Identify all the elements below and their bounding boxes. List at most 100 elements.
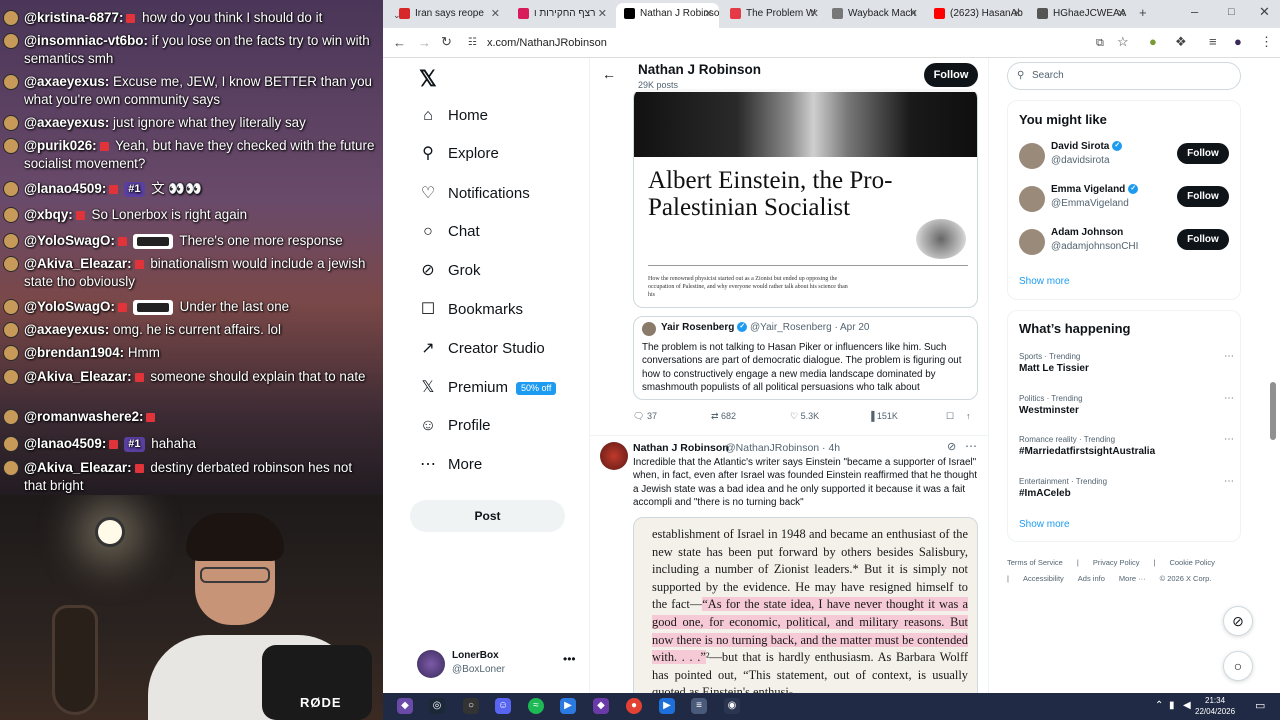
follow-button[interactable]: Follow xyxy=(1177,143,1229,164)
url-field[interactable]: x.com/NathanJRobinson xyxy=(475,33,1095,53)
browser-tab[interactable]: Iran says reope ✕ xyxy=(391,3,506,28)
bookmark-icon[interactable]: ☐ xyxy=(946,411,954,422)
more-dots-icon[interactable]: ⋯ xyxy=(1224,434,1234,445)
more-dots-icon[interactable]: ⋯ xyxy=(965,439,977,453)
account-switcher[interactable]: LonerBox @BoxLoner ••• xyxy=(417,648,577,684)
avatar[interactable] xyxy=(1019,186,1045,212)
browser-tab[interactable]: רצף החקירות ו ✕ xyxy=(510,3,613,28)
avatar[interactable] xyxy=(600,442,628,470)
article-image[interactable]: Albert Einstein, the Pro-Palestinian Soc… xyxy=(633,88,978,308)
show-more-link[interactable]: Show more xyxy=(1019,519,1070,530)
avatar[interactable] xyxy=(1019,143,1045,169)
tab-groups-icon[interactable]: ≡ xyxy=(1209,35,1217,49)
more-dots-icon[interactable]: ⋯ xyxy=(1224,393,1234,404)
tab-close-icon[interactable]: ✕ xyxy=(909,3,918,25)
install-icon[interactable]: ⧉ xyxy=(1096,36,1104,50)
reply-button[interactable]: 🗨 37 xyxy=(633,411,657,422)
forward-icon[interactable]: → xyxy=(418,36,431,50)
puzzle-icon[interactable]: ❖ xyxy=(1175,35,1187,49)
suggested-account[interactable]: David Sirota ✓ @davidsirota Follow xyxy=(1019,141,1234,175)
post-author[interactable]: Nathan J Robinson xyxy=(633,442,729,454)
calculator-icon[interactable]: ≡ xyxy=(691,698,707,714)
app-icon[interactable]: ▶ xyxy=(659,698,675,714)
profile-avatar-icon[interactable]: ● xyxy=(1234,35,1242,49)
repost-button[interactable]: ⇄ 682 xyxy=(711,411,736,422)
sidebar-item-profile[interactable]: ☺ Profile xyxy=(417,412,491,440)
show-more-link[interactable]: Show more xyxy=(1019,276,1070,287)
suggested-account[interactable]: Emma Vigeland ✓ @EmmaVigeland Follow xyxy=(1019,184,1234,218)
start-icon[interactable]: ◆ xyxy=(397,698,413,714)
tab-close-icon[interactable]: ✕ xyxy=(704,3,713,25)
tab-close-icon[interactable]: ✕ xyxy=(810,3,819,25)
tray-chevron-icon[interactable]: ⌃ xyxy=(1155,699,1163,713)
search-input[interactable]: ⚲ Search xyxy=(1007,62,1241,90)
browser-tab[interactable]: Wayback Mach ✕ xyxy=(824,3,924,28)
footer-link[interactable]: © 2026 X Corp. xyxy=(1160,571,1212,587)
browser-tab[interactable]: Nathan J Robinso ✕ xyxy=(616,3,719,28)
share-icon[interactable]: ↑ xyxy=(966,411,971,421)
sidebar-item-home[interactable]: ⌂ Home xyxy=(417,102,488,130)
back-icon[interactable]: ← xyxy=(393,36,406,50)
app-icon[interactable]: ○ xyxy=(463,698,479,714)
grok-fab-icon[interactable]: ⊘ xyxy=(1223,606,1253,636)
sidebar-item-chat[interactable]: ○ Chat xyxy=(417,218,480,246)
sidebar-item-bookmarks[interactable]: ☐ Bookmarks xyxy=(417,296,523,324)
follow-button[interactable]: Follow xyxy=(1177,186,1229,207)
sidebar-item-explore[interactable]: ⚲ Explore xyxy=(417,140,499,168)
book-excerpt-image[interactable]: establishment of Israel in 1948 and beca… xyxy=(633,517,978,693)
footer-link[interactable]: Terms of Service xyxy=(1007,555,1063,571)
chrome-icon[interactable]: ● xyxy=(626,698,642,714)
steam-icon[interactable]: ◎ xyxy=(429,698,445,714)
avatar[interactable] xyxy=(1019,229,1045,255)
tab-close-icon[interactable]: ✕ xyxy=(491,3,500,25)
sidebar-item-creator-studio[interactable]: ↗ Creator Studio xyxy=(417,335,544,363)
trend-item[interactable]: Politics · Trending Westminster ⋯ xyxy=(1019,393,1234,429)
suggested-account[interactable]: Adam Johnson @adamjohnsonCHI Follow xyxy=(1019,227,1234,261)
follow-button[interactable]: Follow xyxy=(1177,229,1229,250)
trend-item[interactable]: Romance reality · Trending #Marriedatfirs… xyxy=(1019,434,1234,470)
browser-tab[interactable]: The Problem W ✕ xyxy=(722,3,825,28)
extension-icon[interactable]: ● xyxy=(1149,35,1157,49)
sidebar-item-grok[interactable]: ⊘ Grok xyxy=(417,257,480,285)
clock[interactable]: 21:34 22/04/2026 xyxy=(1195,695,1235,717)
more-dots-icon[interactable]: ••• xyxy=(563,652,576,666)
views-button[interactable]: ▐ 151K xyxy=(868,411,898,421)
quoted-post[interactable]: Yair Rosenberg ✓ @Yair_Rosenberg · Apr 20… xyxy=(633,316,978,400)
browser-tab[interactable]: (2623) HasanAb ✕ xyxy=(926,3,1028,28)
trend-item[interactable]: Entertainment · Trending #ImACeleb ⋯ xyxy=(1019,476,1234,512)
app-icon[interactable]: ◉ xyxy=(724,698,740,714)
more-dots-icon[interactable]: ⋯ xyxy=(1224,476,1234,487)
sidebar-item-premium[interactable]: 𝕏 Premium 50% off xyxy=(417,374,557,402)
microphone-icon[interactable]: ▮ xyxy=(1169,699,1175,713)
footer-link[interactable]: Cookie Policy xyxy=(1169,555,1214,571)
reload-icon[interactable]: ↻ xyxy=(441,35,452,49)
bookmark-star-icon[interactable]: ☆ xyxy=(1117,35,1129,49)
grok-icon[interactable]: ⊘ xyxy=(947,440,956,453)
footer-link[interactable]: Ads info xyxy=(1078,571,1105,587)
back-arrow-icon[interactable]: ← xyxy=(602,66,616,82)
footer-link[interactable]: More ··· xyxy=(1119,571,1146,587)
like-button[interactable]: ♡ 5.3K xyxy=(790,411,819,422)
obs-icon[interactable]: ◆ xyxy=(593,698,609,714)
post-button[interactable]: Post xyxy=(410,500,565,532)
maximize-icon[interactable]: □ xyxy=(1228,5,1235,19)
tab-close-icon[interactable]: ✕ xyxy=(1013,3,1022,25)
footer-link[interactable]: Privacy Policy xyxy=(1093,555,1140,571)
new-tab-icon[interactable]: + xyxy=(1139,6,1147,20)
browser-tab[interactable]: HGhaeJCWEAA ✕ xyxy=(1029,3,1132,28)
discord-icon[interactable]: ☺ xyxy=(495,698,511,714)
more-dots-icon[interactable]: ⋯ xyxy=(1224,351,1234,362)
x-logo-icon[interactable]: 𝕏 xyxy=(419,66,437,92)
app-icon[interactable]: ▶ xyxy=(560,698,576,714)
volume-icon[interactable]: ◀ xyxy=(1183,699,1191,713)
browser-menu-icon[interactable]: ⋮ xyxy=(1260,35,1273,49)
trend-item[interactable]: Sports · Trending Matt Le Tissier ⋯ xyxy=(1019,351,1234,387)
tab-close-icon[interactable]: ✕ xyxy=(598,3,607,25)
scrollbar[interactable] xyxy=(1270,382,1276,440)
close-window-icon[interactable]: ✕ xyxy=(1259,5,1270,19)
minimize-icon[interactable]: – xyxy=(1191,5,1198,19)
follow-button[interactable]: Follow xyxy=(924,63,978,87)
spotify-icon[interactable]: ≈ xyxy=(528,698,544,714)
sidebar-item-more[interactable]: ⋯ More xyxy=(417,451,482,479)
tab-close-icon[interactable]: ✕ xyxy=(1117,3,1126,25)
